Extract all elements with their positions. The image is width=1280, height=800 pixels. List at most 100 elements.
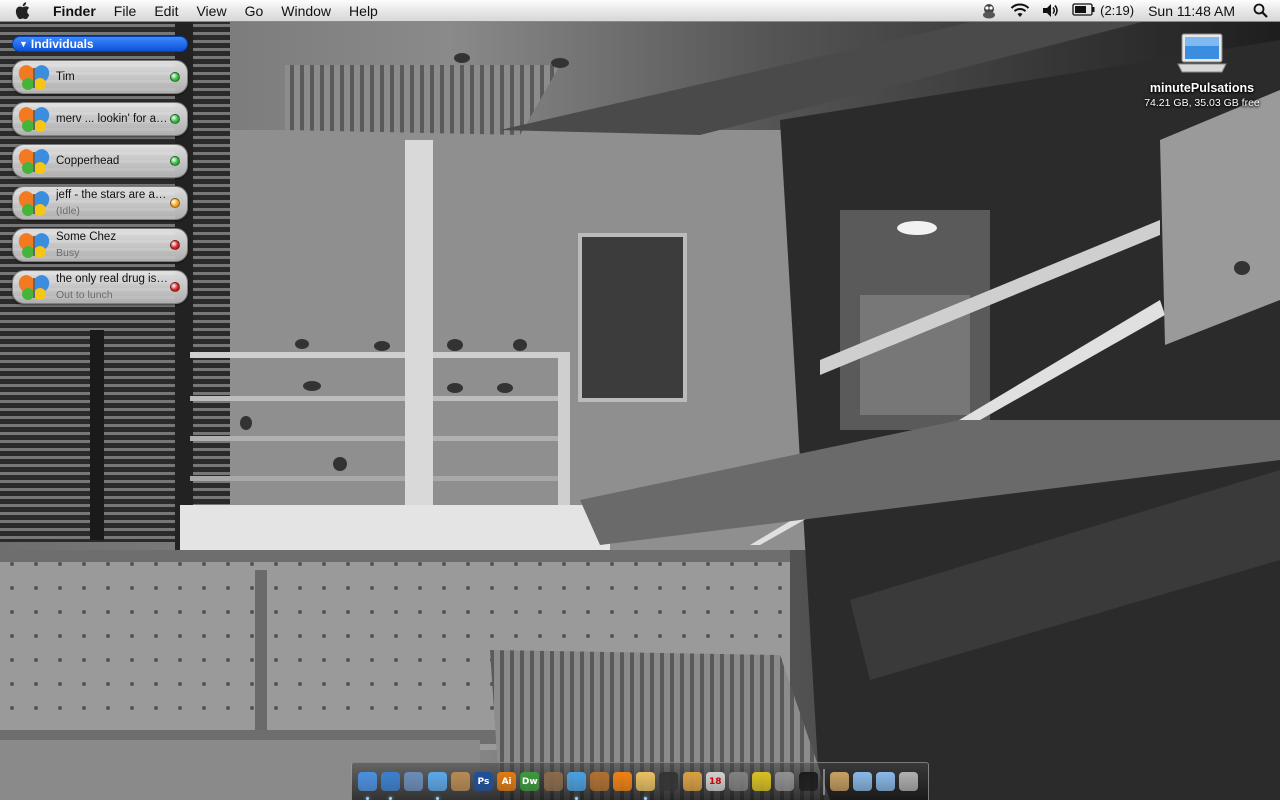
wifi-icon[interactable]: [1004, 0, 1036, 22]
battery-icon: [1072, 2, 1096, 19]
garageband-icon: [589, 772, 609, 791]
safari-dock-item[interactable]: [379, 769, 402, 800]
itunes-dock-item[interactable]: [565, 769, 588, 800]
ical-dock-item[interactable]: 18: [704, 769, 727, 795]
menu-edit[interactable]: Edit: [145, 0, 187, 22]
applications-folder-icon: [852, 772, 872, 791]
desktop-disk[interactable]: minutePulsations 74.21 GB, 35.03 GB free: [1136, 30, 1268, 109]
apple-icon[interactable]: [0, 2, 44, 19]
buddy-name: Copperhead: [56, 155, 120, 167]
menu-file[interactable]: File: [105, 0, 146, 22]
buddy-status-message: Busy: [56, 247, 80, 259]
msn-butterfly-icon: [17, 273, 51, 302]
sync-icon: [729, 772, 748, 791]
trash-icon: [899, 772, 919, 791]
terminal-icon: [798, 772, 818, 791]
sync-dock-item[interactable]: [727, 769, 750, 795]
msn-butterfly-icon: [17, 105, 51, 134]
status-dot-icon: [170, 72, 180, 82]
msn-butterfly-icon: [17, 63, 51, 92]
system-preferences-dock-item[interactable]: [773, 769, 796, 795]
ical-icon: 18: [705, 772, 725, 791]
menu-help[interactable]: Help: [340, 0, 387, 22]
status-dot-icon: [170, 282, 180, 292]
dock: Ps Ai Dw 18: [351, 762, 929, 800]
buddy-status-message: Out to lunch: [56, 289, 113, 301]
buddy-list: ▼ Individuals Tim merv ... lookin' for a …: [12, 36, 188, 304]
downloads-folder-dock-item[interactable]: [874, 769, 897, 795]
address-book-dock-item[interactable]: [449, 769, 472, 795]
menu-go[interactable]: Go: [236, 0, 273, 22]
running-indicator: [389, 796, 393, 800]
terminal-dock-item[interactable]: [797, 769, 820, 795]
status-dot-icon: [170, 156, 180, 166]
documents-stack-icon: [829, 772, 849, 791]
photoshop-dock-item[interactable]: Ps: [472, 769, 495, 795]
disclosure-triangle-icon[interactable]: ▼: [19, 39, 28, 49]
menu-window[interactable]: Window: [272, 0, 340, 22]
buddy-name: jeff - the stars are aligned: [56, 189, 168, 201]
documents-stack-dock-item[interactable]: [828, 769, 851, 795]
buddy-name: the only real drug is love: [56, 273, 168, 285]
adium-duck-icon[interactable]: [974, 0, 1004, 22]
buddy-name: Tim: [56, 71, 75, 83]
buddy-row[interactable]: Tim: [12, 60, 188, 94]
buddy-group-name: Individuals: [30, 37, 94, 51]
spotlight-icon[interactable]: [1247, 0, 1280, 22]
running-indicator: [435, 796, 439, 800]
buddy-row[interactable]: Some Chez Busy: [12, 228, 188, 262]
msn-butterfly-icon: [17, 189, 51, 218]
bomb-icon: [659, 772, 679, 791]
buddy-row[interactable]: the only real drug is love Out to lunch: [12, 270, 188, 304]
menu-bar: Finder File Edit View Go Window Help (2:…: [0, 0, 1280, 22]
adium-icon: [636, 772, 656, 791]
disk-name: minutePulsations: [1149, 81, 1255, 95]
running-indicator: [366, 796, 369, 800]
msn-butterfly-icon: [17, 147, 51, 176]
vlc-dock-item[interactable]: [611, 769, 634, 795]
dreamweaver-icon: Dw: [520, 772, 540, 791]
running-indicator: [644, 796, 648, 800]
radiation-icon: [752, 772, 772, 791]
system-preferences-icon: [775, 772, 795, 791]
desktop-wallpaper: [0, 0, 1280, 800]
buddy-name: Some Chez: [56, 231, 117, 243]
buddy-row[interactable]: merv ... lookin' for a new job: [12, 102, 188, 136]
safari-icon: [381, 772, 401, 791]
bomb-dock-item[interactable]: [657, 769, 680, 795]
address-book-icon: [450, 772, 470, 791]
iphoto-dock-item[interactable]: [542, 769, 565, 795]
buddy-name: merv ... lookin' for a new job: [56, 113, 168, 125]
buddy-status-message: (Idle): [56, 205, 80, 217]
status-dot-icon: [170, 114, 180, 124]
downloads-folder-icon: [876, 772, 896, 791]
menu-app-name[interactable]: Finder: [44, 0, 105, 22]
buddy-row[interactable]: jeff - the stars are aligned (Idle): [12, 186, 188, 220]
ichat-dock-item[interactable]: [426, 769, 449, 800]
laptop-drive-icon[interactable]: [1176, 30, 1228, 78]
adium-dock-item[interactable]: [634, 769, 657, 800]
status-dot-icon: [170, 240, 180, 250]
finder-dock-item[interactable]: [356, 769, 379, 800]
battery-time: (2:19): [1100, 3, 1135, 18]
buddy-group-header[interactable]: ▼ Individuals: [12, 36, 188, 52]
msn-butterfly-icon: [17, 231, 51, 260]
radiation-dock-item[interactable]: [750, 769, 773, 795]
menu-view[interactable]: View: [187, 0, 235, 22]
mail-dock-item[interactable]: [402, 769, 425, 795]
finder-icon: [358, 772, 377, 791]
trash-dock-item[interactable]: [897, 769, 920, 795]
volume-icon[interactable]: [1036, 0, 1066, 22]
applications-folder-dock-item[interactable]: [851, 769, 874, 795]
dock-separator: [822, 768, 825, 795]
illustrator-dock-item[interactable]: Ai: [495, 769, 518, 795]
illustrator-icon: Ai: [497, 772, 517, 791]
running-indicator: [574, 796, 578, 800]
menubar-clock[interactable]: Sun 11:48 AM: [1140, 0, 1247, 22]
buddy-row[interactable]: Copperhead: [12, 144, 188, 178]
dreamweaver-dock-item[interactable]: Dw: [518, 769, 541, 795]
garageband-dock-item[interactable]: [588, 769, 611, 795]
battery-status[interactable]: (2:19): [1066, 0, 1140, 22]
notes-dock-item[interactable]: [681, 769, 704, 795]
mail-icon: [404, 772, 424, 791]
